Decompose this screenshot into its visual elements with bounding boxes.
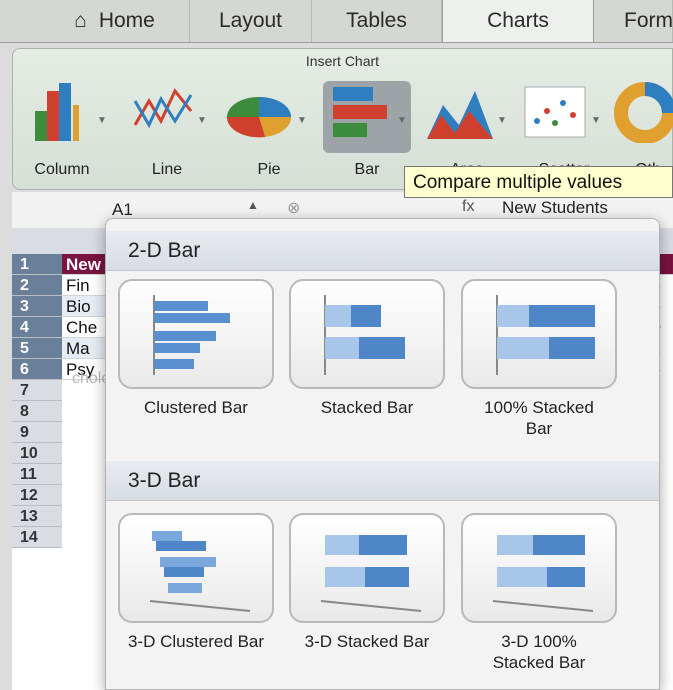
3d-clustered-bar-icon bbox=[149, 531, 251, 612]
ribbon-group-title: Insert Chart bbox=[305, 53, 380, 69]
tab-formulas-label: Form bbox=[624, 9, 673, 32]
cell-ref-stepper-icon[interactable]: ▲ bbox=[247, 198, 259, 212]
cell-reference[interactable]: A1 bbox=[112, 200, 133, 220]
row-header[interactable]: 2 bbox=[12, 275, 62, 296]
scatter-chart-icon[interactable] bbox=[523, 81, 587, 143]
scatter-dropdown-icon[interactable]: ▼ bbox=[591, 115, 601, 126]
fx-label[interactable]: fx bbox=[462, 198, 474, 216]
label-100-stacked-bar: 100% Stacked Bar bbox=[484, 398, 594, 438]
label-3d-100-stacked-bar: 3-D 100% Stacked Bar bbox=[492, 632, 586, 672]
ribbon-label-bar: Bar bbox=[354, 161, 380, 178]
row-header[interactable]: 6 bbox=[12, 359, 62, 380]
row-header[interactable]: 14 bbox=[12, 527, 62, 548]
ribbon-label-column: Column bbox=[34, 161, 90, 178]
tab-tables[interactable]: Tables bbox=[312, 0, 442, 42]
clustered-bar-icon bbox=[153, 295, 230, 375]
label-stacked-bar: Stacked Bar bbox=[320, 398, 414, 417]
tab-home[interactable]: ⌂ Home bbox=[40, 0, 190, 42]
option-clustered-bar[interactable] bbox=[118, 279, 274, 389]
bar-dropdown-icon[interactable]: ▼ bbox=[397, 115, 407, 126]
option-100-stacked-bar[interactable] bbox=[461, 279, 617, 389]
row-header[interactable]: 3 bbox=[12, 296, 62, 317]
tab-tables-label: Tables bbox=[346, 9, 407, 32]
section-2d-bar: 2-D Bar bbox=[106, 231, 659, 271]
row-header[interactable]: 11 bbox=[12, 464, 62, 485]
bar-chart-gallery: 2-D Bar Clustered Bar Stacked Bar 100% S… bbox=[105, 218, 660, 690]
stacked-bar-icon bbox=[324, 295, 405, 375]
column-chart-icon[interactable] bbox=[33, 81, 93, 143]
label-3d-stacked-bar: 3-D Stacked Bar bbox=[304, 632, 430, 651]
pie-chart-icon[interactable] bbox=[225, 81, 295, 143]
other-chart-icon[interactable] bbox=[613, 81, 673, 143]
ribbon-label-pie: Pie bbox=[257, 161, 281, 178]
tab-formulas[interactable]: Form bbox=[594, 0, 673, 42]
ribbon-tabs: ⌂ Home Layout Tables Charts Form bbox=[0, 0, 673, 43]
3d-100-stacked-bar-icon bbox=[492, 535, 594, 612]
area-dropdown-icon[interactable]: ▼ bbox=[497, 115, 507, 126]
row-header[interactable]: 13 bbox=[12, 506, 62, 527]
ribbon-label-line: Line bbox=[151, 161, 183, 178]
row-header[interactable]: 12 bbox=[12, 485, 62, 506]
tab-layout[interactable]: Layout bbox=[190, 0, 312, 42]
option-3d-stacked-bar[interactable] bbox=[289, 513, 445, 623]
bar-tooltip: Compare multiple values bbox=[404, 166, 673, 198]
formula-content[interactable]: New Students bbox=[502, 198, 608, 218]
row-header[interactable]: 10 bbox=[12, 443, 62, 464]
tab-charts-label: Charts bbox=[487, 9, 549, 32]
bar-chart-icon[interactable] bbox=[331, 81, 395, 143]
section-3d-bar: 3-D Bar bbox=[106, 461, 659, 501]
row-header[interactable]: 5 bbox=[12, 338, 62, 359]
tab-charts[interactable]: Charts bbox=[442, 0, 594, 42]
pie-dropdown-icon[interactable]: ▼ bbox=[297, 115, 307, 126]
row-header[interactable]: 9 bbox=[12, 422, 62, 443]
column-dropdown-icon[interactable]: ▼ bbox=[97, 115, 107, 126]
row-header[interactable]: 7 bbox=[12, 380, 62, 401]
cancel-icon[interactable]: ⊗ bbox=[287, 198, 300, 218]
tab-layout-label: Layout bbox=[218, 9, 283, 32]
option-3d-clustered-bar[interactable] bbox=[118, 513, 274, 623]
line-dropdown-icon[interactable]: ▼ bbox=[197, 115, 207, 126]
area-chart-icon[interactable] bbox=[425, 81, 495, 143]
tab-home-label: Home bbox=[98, 9, 155, 32]
row-header[interactable]: 8 bbox=[12, 401, 62, 422]
line-chart-icon[interactable] bbox=[131, 81, 195, 143]
row-header[interactable]: 4 bbox=[12, 317, 62, 338]
home-icon: ⌂ bbox=[74, 9, 87, 32]
row-header[interactable]: 1 bbox=[12, 254, 62, 275]
3d-stacked-bar-icon bbox=[320, 535, 422, 612]
option-stacked-bar[interactable] bbox=[289, 279, 445, 389]
label-clustered-bar: Clustered Bar bbox=[144, 398, 248, 417]
option-3d-100-stacked-bar[interactable] bbox=[461, 513, 617, 623]
label-3d-clustered-bar: 3-D Clustered Bar bbox=[127, 632, 265, 651]
100-stacked-bar-icon bbox=[496, 295, 595, 375]
